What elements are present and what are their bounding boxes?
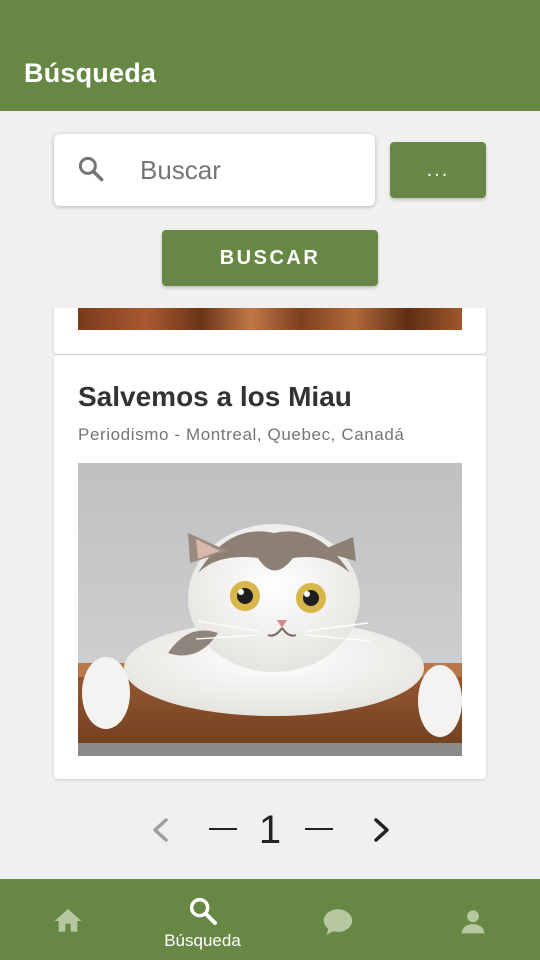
page-divider: [305, 828, 333, 830]
search-button[interactable]: BUSCAR: [162, 230, 378, 286]
home-icon: [54, 909, 81, 932]
bottom-navigation: Búsqueda: [0, 879, 540, 960]
search-icon: [78, 156, 104, 182]
chevron-left-icon[interactable]: [146, 814, 174, 846]
nav-item-search[interactable]: Búsqueda: [135, 879, 270, 960]
person-icon: [461, 910, 484, 934]
nav-item-home[interactable]: [0, 879, 135, 960]
results-list[interactable]: Salvemos a los Miau Periodismo - Montrea…: [0, 308, 540, 788]
result-title: Salvemos a los Miau: [78, 381, 352, 412]
search-input[interactable]: [138, 152, 358, 188]
result-card[interactable]: Salvemos a los Miau Periodismo - Montrea…: [54, 355, 486, 779]
chat-icon: [323, 909, 352, 935]
result-image-partial: [78, 308, 462, 330]
current-page-number: 1: [258, 808, 282, 852]
result-card-partial[interactable]: [54, 308, 486, 354]
page-title: Búsqueda: [24, 58, 157, 88]
pagination: 1: [0, 800, 540, 860]
chevron-right-icon[interactable]: [368, 814, 396, 846]
nav-label: Búsqueda: [164, 931, 241, 950]
cat-photo: [78, 463, 462, 756]
app-bar: Búsqueda: [0, 0, 540, 111]
page-divider: [209, 828, 237, 830]
nav-item-chat[interactable]: [270, 879, 405, 960]
result-subtitle: Periodismo - Montreal, Quebec, Canadá: [78, 425, 405, 444]
search-field[interactable]: [54, 134, 375, 206]
search-icon: [189, 897, 217, 925]
more-options-button[interactable]: ...: [390, 142, 486, 198]
nav-item-profile[interactable]: [405, 879, 540, 960]
